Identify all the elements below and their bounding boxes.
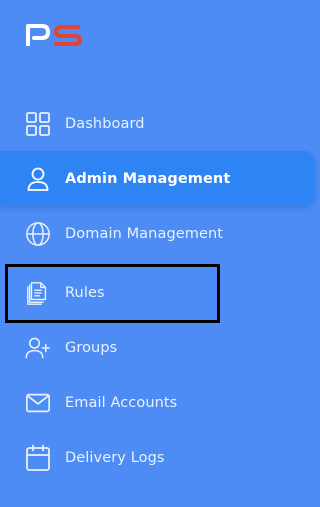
sidebar-item-label: Groups	[65, 339, 118, 356]
dashboard-grid-icon	[25, 111, 51, 137]
ps-logo-icon	[26, 24, 82, 46]
mail-icon	[25, 390, 51, 416]
sidebar-item-label: Dashboard	[65, 115, 145, 132]
sidebar-item-dashboard[interactable]: Dashboard	[0, 96, 315, 151]
app-logo[interactable]	[26, 24, 84, 46]
documents-icon	[25, 280, 51, 306]
sidebar-item-admin-management[interactable]: Admin Management	[0, 151, 315, 206]
user-add-icon	[25, 335, 51, 361]
sidebar-item-label: Admin Management	[65, 170, 231, 187]
sidebar-item-label: Email Accounts	[65, 394, 178, 411]
sidebar-item-rules[interactable]: Rules	[0, 265, 315, 320]
user-icon	[25, 166, 51, 192]
sidebar-item-label: Domain Management	[65, 225, 224, 242]
sidebar-item-groups[interactable]: Groups	[0, 320, 315, 375]
sidebar: Dashboard Admin Management Domain Manage…	[0, 0, 315, 507]
sidebar-item-delivery-logs[interactable]: Delivery Logs	[0, 430, 315, 485]
calendar-icon	[25, 444, 51, 471]
sidebar-item-label: Delivery Logs	[65, 449, 165, 466]
sidebar-item-domain-management[interactable]: Domain Management	[0, 206, 315, 261]
globe-icon	[25, 221, 51, 247]
sidebar-item-email-accounts[interactable]: Email Accounts	[0, 375, 315, 430]
sidebar-item-label: Rules	[65, 284, 105, 301]
